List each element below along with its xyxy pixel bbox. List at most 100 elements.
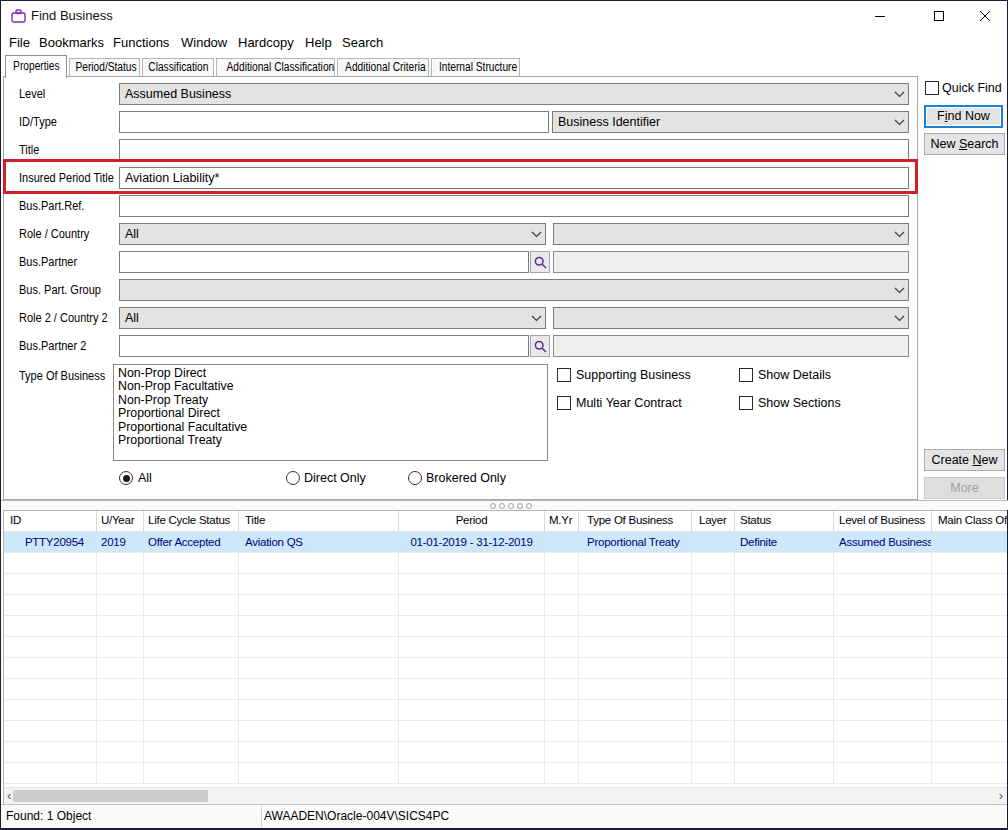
- direct-only-radio[interactable]: [286, 471, 300, 485]
- close-icon: [979, 10, 991, 22]
- table-cell: [399, 700, 545, 720]
- tab-additional-criteria[interactable]: Additional Criteria: [337, 58, 429, 76]
- bus-part-group-combo[interactable]: [119, 279, 909, 301]
- column-header[interactable]: Main Class Of: [932, 511, 1007, 531]
- bus-partner-search-button[interactable]: [530, 251, 550, 273]
- role2-combo[interactable]: All: [119, 307, 546, 329]
- show-details-checkbox[interactable]: [739, 368, 753, 382]
- table-cell: [932, 532, 1007, 552]
- country2-combo[interactable]: [553, 307, 909, 329]
- column-header[interactable]: Layer: [692, 511, 735, 531]
- table-row-empty[interactable]: [4, 574, 1007, 595]
- status-bar: Found: 1 Object AWAADEN\Oracle-004V\SICS…: [1, 804, 1007, 828]
- table-cell: [545, 742, 579, 762]
- find-now-button[interactable]: Find Now: [924, 105, 1003, 128]
- table-row-empty[interactable]: [4, 616, 1007, 637]
- id-type-combo[interactable]: Business Identifier: [552, 111, 909, 133]
- table-row-empty[interactable]: [4, 679, 1007, 700]
- table-cell: [239, 721, 399, 741]
- column-header[interactable]: Type Of Business: [579, 511, 692, 531]
- chevron-down-icon: [894, 231, 905, 238]
- table-row-empty[interactable]: [4, 763, 1007, 784]
- maximize-button[interactable]: [916, 1, 962, 31]
- level-combo[interactable]: Assumed Business: [119, 83, 909, 105]
- tab-additional-classification[interactable]: Additional Classification: [216, 58, 335, 76]
- title-input[interactable]: [119, 139, 909, 161]
- table-cell: [692, 721, 735, 741]
- table-cell: [144, 679, 239, 699]
- supporting-business-checkbox[interactable]: [557, 368, 571, 382]
- type-of-business-listbox[interactable]: Non-Prop Direct Non-Prop Facultative Non…: [113, 364, 548, 461]
- table-row-empty[interactable]: [4, 700, 1007, 721]
- list-item[interactable]: Proportional Direct: [118, 407, 547, 420]
- bus-partner-input[interactable]: [119, 251, 529, 273]
- show-sections-checkbox[interactable]: [739, 396, 753, 410]
- role-combo[interactable]: All: [119, 223, 546, 245]
- list-item[interactable]: Proportional Facultative: [118, 421, 547, 434]
- menu-help[interactable]: Help: [305, 31, 332, 54]
- tab-period-status[interactable]: Period/Status: [69, 58, 140, 76]
- table-cell: [545, 553, 579, 573]
- country-combo[interactable]: [553, 223, 909, 245]
- minimize-button[interactable]: [857, 1, 903, 31]
- table-cell: 01-01-2019 - 31-12-2019: [399, 532, 545, 552]
- table-cell: [932, 763, 1007, 783]
- table-row-empty[interactable]: [4, 721, 1007, 742]
- horizontal-scrollbar[interactable]: ‹ ›: [4, 787, 1007, 804]
- list-item[interactable]: Non-Prop Direct: [118, 367, 547, 380]
- table-cell: [239, 595, 399, 615]
- table-cell: 2019: [97, 532, 144, 552]
- column-header[interactable]: Level of Business: [834, 511, 932, 531]
- column-header[interactable]: Title: [239, 511, 399, 531]
- column-header[interactable]: M.Yr: [545, 511, 579, 531]
- tab-internal-structure[interactable]: Internal Structure: [431, 58, 520, 76]
- tab-properties[interactable]: Properties: [5, 55, 67, 78]
- scroll-right-arrow[interactable]: ›: [999, 788, 1003, 804]
- column-header[interactable]: U/Year: [97, 511, 144, 531]
- create-new-button[interactable]: Create New: [924, 449, 1005, 471]
- menu-file[interactable]: File: [9, 31, 30, 54]
- menu-window[interactable]: Window: [181, 31, 227, 54]
- table-cell: [399, 742, 545, 762]
- column-header[interactable]: Status: [735, 511, 834, 531]
- column-header[interactable]: Life Cycle Status: [144, 511, 239, 531]
- menu-bookmarks[interactable]: Bookmarks: [39, 31, 104, 54]
- menu-functions[interactable]: Functions: [113, 31, 169, 54]
- table-cell: [579, 553, 692, 573]
- all-radio[interactable]: [119, 471, 133, 485]
- list-item[interactable]: Non-Prop Treaty: [118, 394, 547, 407]
- bus-part-ref-input[interactable]: [119, 195, 909, 217]
- list-item[interactable]: Non-Prop Facultative: [118, 380, 547, 393]
- table-cell: [4, 616, 97, 636]
- column-header[interactable]: ID: [4, 511, 97, 531]
- table-row-empty[interactable]: [4, 742, 1007, 763]
- bus-partner2-input[interactable]: [119, 335, 529, 357]
- id-input[interactable]: [119, 111, 549, 133]
- table-row-empty[interactable]: [4, 595, 1007, 616]
- more-button[interactable]: More: [924, 477, 1005, 499]
- menu-hardcopy[interactable]: Hardcopy: [238, 31, 294, 54]
- bus-partner2-search-button[interactable]: [530, 335, 550, 357]
- table-row-empty[interactable]: [4, 553, 1007, 574]
- scrollbar-thumb[interactable]: [13, 790, 208, 802]
- splitter-bar[interactable]: [1, 501, 1008, 510]
- table-cell: [932, 700, 1007, 720]
- close-button[interactable]: [962, 1, 1008, 31]
- table-cell: [692, 658, 735, 678]
- menu-search[interactable]: Search: [342, 31, 383, 54]
- table-row-empty[interactable]: [4, 658, 1007, 679]
- table-cell: [97, 700, 144, 720]
- multi-year-contract-label: Multi Year Contract: [576, 396, 682, 410]
- table-row[interactable]: PTTY209542019Offer AcceptedAviation QS01…: [4, 532, 1007, 553]
- column-header[interactable]: Period: [399, 511, 545, 531]
- tab-classification[interactable]: Classification: [142, 58, 214, 76]
- table-cell: [239, 574, 399, 594]
- table-cell: [735, 700, 834, 720]
- quick-find-checkbox[interactable]: [925, 81, 939, 95]
- multi-year-contract-checkbox[interactable]: [557, 396, 571, 410]
- scroll-left-arrow[interactable]: ‹: [7, 788, 11, 804]
- brokered-only-radio[interactable]: [408, 471, 422, 485]
- list-item[interactable]: Proportional Treaty: [118, 434, 547, 447]
- new-search-button[interactable]: New Search: [924, 133, 1005, 155]
- table-row-empty[interactable]: [4, 637, 1007, 658]
